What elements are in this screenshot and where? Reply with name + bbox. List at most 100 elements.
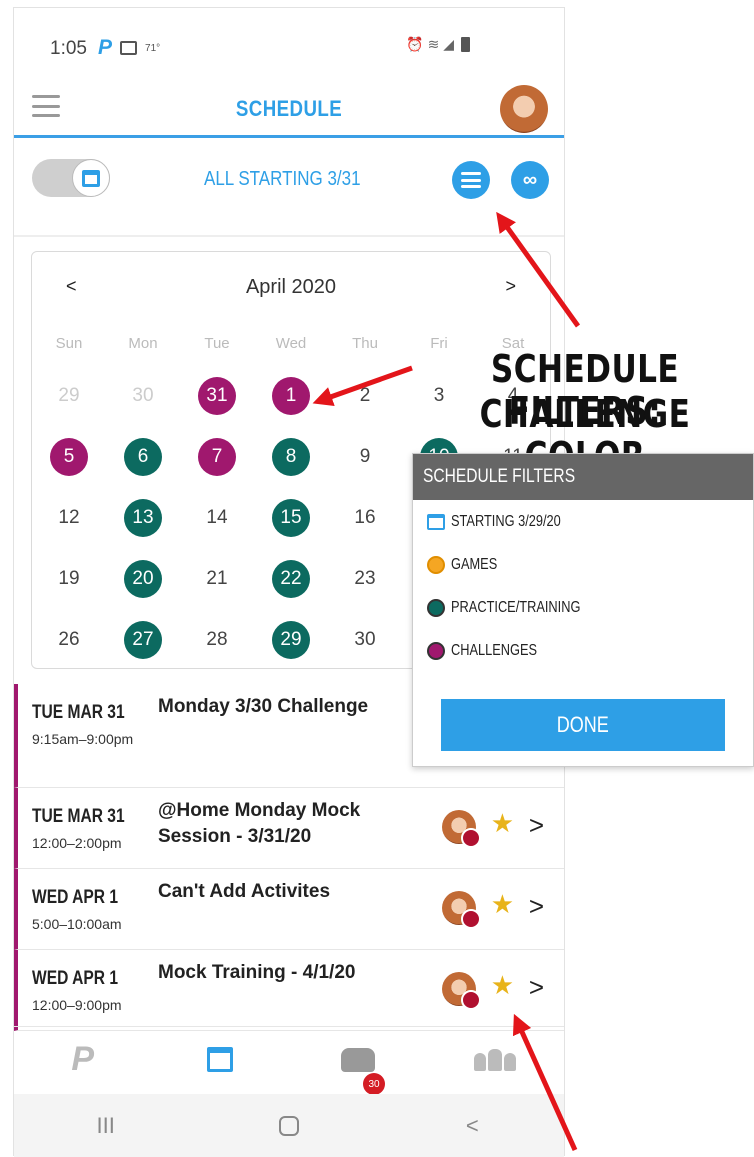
calendar-day[interactable]: 5 bbox=[32, 426, 106, 487]
calendar-day[interactable]: 8 bbox=[254, 426, 328, 487]
filter-summary: ALL STARTING 3/31 bbox=[204, 168, 361, 190]
nav-schedule[interactable] bbox=[152, 1027, 290, 1092]
event-title: @Home Monday Mock Session - 3/31/20 bbox=[158, 800, 361, 847]
event-date: WED APR 1 bbox=[32, 887, 118, 908]
inbox-badge: 30 bbox=[363, 1073, 385, 1095]
weekday-label: Tue bbox=[204, 335, 230, 352]
event-row[interactable]: WED APR 1 5:00–10:00am Can't Add Activit… bbox=[14, 869, 564, 950]
calendar-day[interactable]: 22 bbox=[254, 548, 328, 609]
status-icons-right: ⏰ ≋ ◢ bbox=[406, 36, 470, 53]
event-time: 5:00–10:00am bbox=[32, 916, 122, 932]
next-month-button[interactable]: > bbox=[505, 276, 516, 297]
calendar-day-number: 14 bbox=[206, 506, 228, 528]
calendar-day-number: 2 bbox=[359, 384, 371, 406]
event-title: Mock Training - 4/1/20 bbox=[158, 962, 356, 983]
challenge-color-icon bbox=[427, 641, 445, 660]
nav-team[interactable] bbox=[427, 1027, 565, 1092]
calendar-day[interactable]: 12 bbox=[32, 487, 106, 548]
home-button[interactable] bbox=[197, 1094, 380, 1157]
calendar-day[interactable]: 9 bbox=[328, 426, 402, 487]
status-icons-left: P 71° bbox=[98, 36, 160, 60]
calendar-day[interactable]: 29 bbox=[32, 365, 106, 426]
done-button[interactable]: DONE bbox=[441, 699, 725, 751]
weekday-label: Sun bbox=[55, 335, 83, 352]
nav-inbox[interactable]: 30 bbox=[289, 1027, 427, 1095]
status-time: 1:05 bbox=[50, 38, 87, 59]
calendar-day[interactable]: 13 bbox=[106, 487, 180, 548]
popup-title: SCHEDULE FILTERS bbox=[413, 454, 753, 500]
event-date: TUE MAR 31 bbox=[32, 702, 125, 723]
image-icon bbox=[120, 41, 138, 55]
filter-challenges[interactable]: CHALLENGES bbox=[413, 629, 753, 672]
chevron-right-icon[interactable]: > bbox=[529, 810, 544, 841]
calendar-day-number: 28 bbox=[206, 628, 228, 650]
calendar-day[interactable]: 29 bbox=[254, 609, 328, 670]
calendar-day[interactable]: 7 bbox=[180, 426, 254, 487]
event-date: TUE MAR 31 bbox=[32, 806, 125, 827]
status-bar: 1:05 P 71° ⏰ ≋ ◢ bbox=[14, 8, 564, 80]
event-row[interactable]: WED APR 1 12:00–9:00pm Mock Training - 4… bbox=[14, 950, 564, 1031]
calendar-day-number: 1 bbox=[272, 376, 310, 415]
battery-icon bbox=[461, 37, 470, 52]
calendar-view-toggle[interactable] bbox=[32, 159, 110, 197]
event-title: Can't Add Activites bbox=[158, 881, 331, 902]
calendar-day-number: 8 bbox=[272, 437, 310, 476]
calendar-day[interactable]: 30 bbox=[328, 609, 402, 670]
event-time: 12:00–2:00pm bbox=[32, 835, 122, 851]
calendar-day[interactable]: 20 bbox=[106, 548, 180, 609]
calendar-day-number: 9 bbox=[359, 445, 371, 467]
nav-home[interactable]: P bbox=[14, 1027, 152, 1092]
calendar-day[interactable]: 31 bbox=[180, 365, 254, 426]
calendar-day-number: 16 bbox=[354, 506, 376, 528]
filter-practice[interactable]: PRACTICE/TRAINING bbox=[413, 586, 753, 629]
inbox-icon bbox=[340, 1047, 375, 1072]
event-row[interactable]: TUE MAR 31 12:00–2:00pm @Home Monday Moc… bbox=[14, 788, 564, 869]
calendar-day[interactable]: 19 bbox=[32, 548, 106, 609]
attendee-avatar-icon bbox=[442, 891, 481, 929]
link-button[interactable]: ∞ bbox=[511, 161, 549, 199]
calendar-day-number: 20 bbox=[124, 559, 162, 598]
calendar-day[interactable]: 1 bbox=[254, 365, 328, 426]
calendar-day[interactable]: 16 bbox=[328, 487, 402, 548]
app-header: SCHEDULE bbox=[14, 80, 564, 138]
avatar[interactable] bbox=[500, 85, 548, 133]
calendar-day[interactable]: 6 bbox=[106, 426, 180, 487]
calendar-day[interactable]: 23 bbox=[328, 548, 402, 609]
trophy-icon: ★ bbox=[490, 808, 514, 838]
alarm-wifi-signal-icons: ⏰ ≋ ◢ bbox=[406, 36, 454, 52]
filter-starting-date[interactable]: STARTING 3/29/20 bbox=[413, 500, 753, 543]
sliders-icon bbox=[461, 172, 481, 188]
calendar-day-number: 6 bbox=[124, 437, 162, 476]
attendee-avatar-icon bbox=[442, 972, 481, 1010]
calendar-day[interactable]: 15 bbox=[254, 487, 328, 548]
filter-bar: ALL STARTING 3/31 ∞ bbox=[14, 141, 564, 237]
weekday-label: Thu bbox=[352, 335, 378, 352]
trophy-icon: ★ bbox=[490, 889, 514, 919]
calendar-icon bbox=[82, 169, 100, 187]
system-nav-bar: III < bbox=[14, 1094, 564, 1157]
app-logo-icon: P bbox=[98, 36, 113, 59]
calendar-day-number: 30 bbox=[132, 384, 154, 406]
chevron-right-icon[interactable]: > bbox=[529, 972, 544, 1003]
games-color-icon bbox=[427, 555, 445, 574]
trophy-icon: ★ bbox=[490, 970, 514, 1000]
weekday-label: Wed bbox=[275, 335, 307, 352]
filter-games[interactable]: GAMES bbox=[413, 543, 753, 586]
calendar-day[interactable]: 30 bbox=[106, 365, 180, 426]
calendar-day[interactable]: 2 bbox=[328, 365, 402, 426]
calendar-day[interactable]: 28 bbox=[180, 609, 254, 670]
app-logo-icon: P bbox=[71, 1040, 95, 1078]
temperature: 71° bbox=[145, 42, 161, 54]
calendar-icon bbox=[427, 513, 445, 530]
chevron-right-icon[interactable]: > bbox=[529, 891, 544, 922]
filters-button[interactable] bbox=[452, 161, 490, 199]
recents-button[interactable]: III bbox=[14, 1094, 197, 1157]
calendar-day[interactable]: 21 bbox=[180, 548, 254, 609]
calendar-day[interactable]: 26 bbox=[32, 609, 106, 670]
calendar-day[interactable]: 14 bbox=[180, 487, 254, 548]
calendar-day[interactable]: 27 bbox=[106, 609, 180, 670]
calendar-day-number: 19 bbox=[58, 567, 80, 589]
event-time: 9:15am–9:00pm bbox=[32, 731, 134, 747]
back-button[interactable]: < bbox=[381, 1094, 564, 1157]
calendar-day-number: 23 bbox=[354, 567, 376, 589]
